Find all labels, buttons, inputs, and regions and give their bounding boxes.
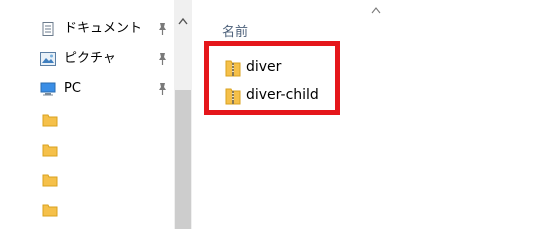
folder-icon: [42, 144, 58, 157]
nav-folder[interactable]: [0, 107, 174, 135]
folder-icon: [42, 204, 58, 217]
nav-item-label: ドキュメント: [64, 21, 143, 36]
zip-folder-icon: [225, 88, 241, 105]
pin-icon[interactable]: [156, 82, 168, 96]
pictures-icon: [40, 52, 56, 66]
scroll-track[interactable]: [175, 40, 191, 90]
nav-item-pc[interactable]: PC: [0, 76, 174, 104]
scroll-up-button[interactable]: [174, 0, 192, 40]
nav-scrollbar[interactable]: [174, 0, 192, 229]
file-item-diver-child[interactable]: diver-child: [225, 85, 335, 107]
pin-icon[interactable]: [156, 52, 168, 66]
nav-folder[interactable]: [0, 167, 174, 195]
file-item-diver[interactable]: diver: [225, 57, 335, 79]
column-header-name[interactable]: 名前: [222, 21, 248, 40]
folder-icon: [42, 174, 58, 187]
zip-folder-icon: [225, 60, 241, 77]
file-name: diver-child: [246, 87, 319, 103]
file-list-pane: 名前 diver diver-child: [192, 0, 534, 229]
nav-item-documents[interactable]: ドキュメント: [0, 16, 174, 44]
documents-icon: [42, 22, 54, 36]
chevron-up-icon: [178, 17, 188, 25]
pc-icon: [40, 82, 56, 96]
navigation-pane: ドキュメント ピクチャ PC: [0, 0, 174, 229]
folder-icon: [42, 114, 58, 127]
pin-icon[interactable]: [156, 22, 168, 36]
nav-item-label: PC: [64, 81, 81, 96]
nav-item-label: ピクチャ: [64, 51, 116, 66]
file-name: diver: [246, 59, 282, 75]
nav-folder[interactable]: [0, 197, 174, 225]
scroll-thumb[interactable]: [175, 90, 191, 229]
nav-item-pictures[interactable]: ピクチャ: [0, 46, 174, 74]
sort-ascending-icon[interactable]: [370, 6, 382, 14]
nav-folder[interactable]: [0, 137, 174, 165]
